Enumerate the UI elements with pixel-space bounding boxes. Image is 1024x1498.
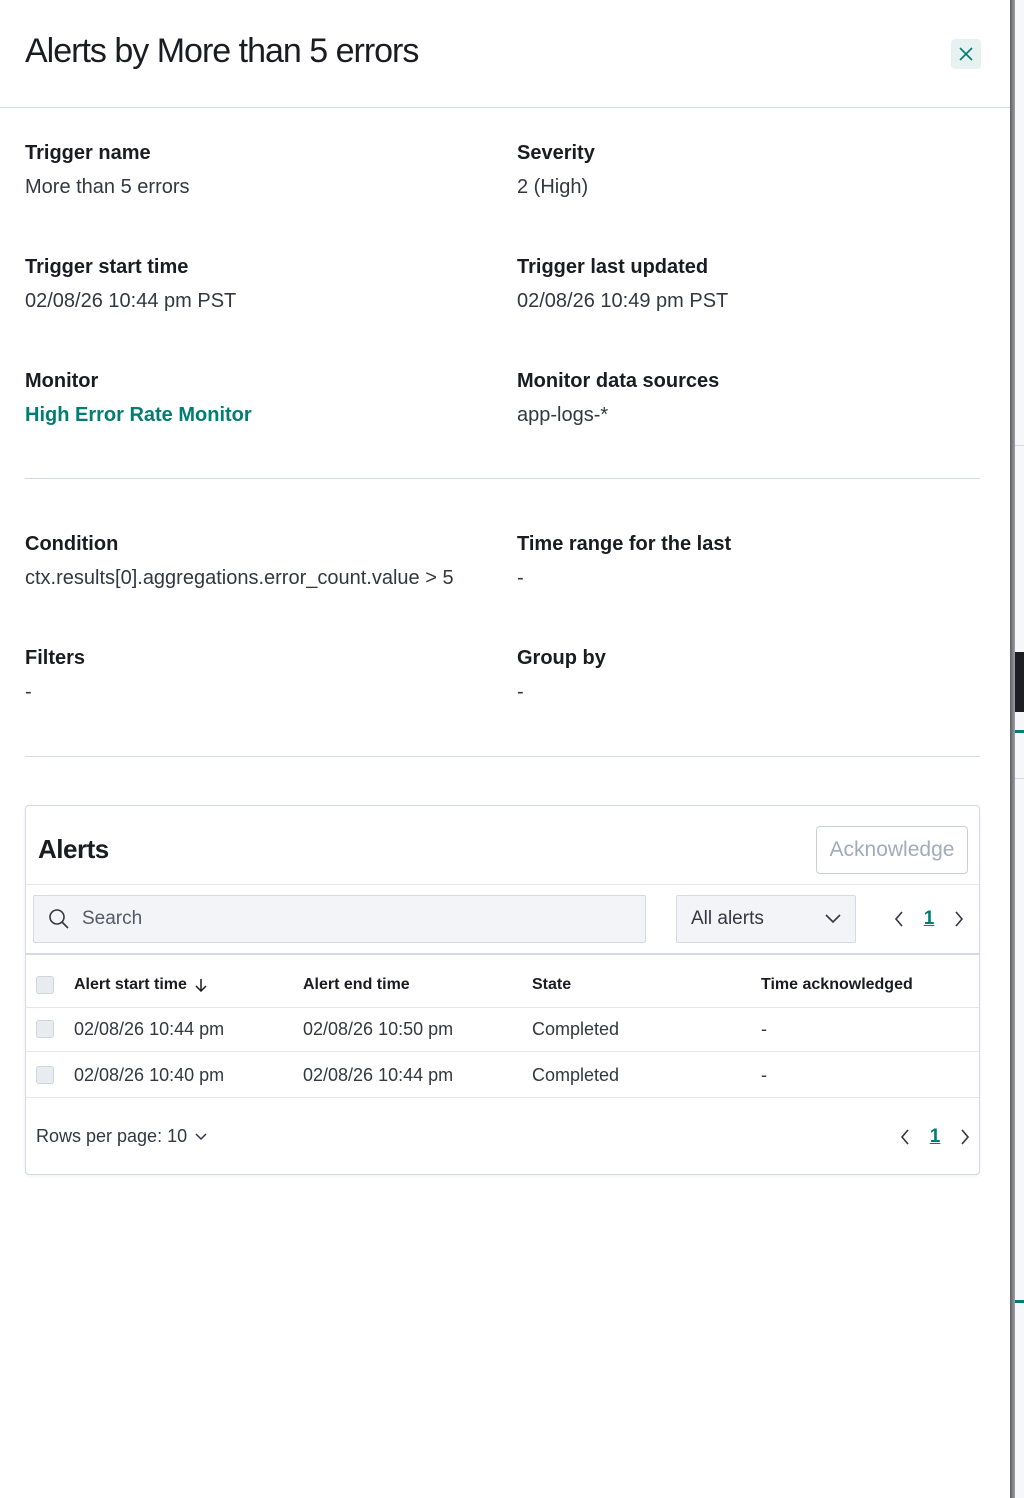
row-checkbox[interactable] xyxy=(36,1020,54,1038)
field-label: Group by xyxy=(517,647,606,669)
field-value: 2 (High) xyxy=(517,176,589,198)
field-value: - xyxy=(517,681,524,703)
arrow-down-icon xyxy=(195,979,207,992)
chevron-left-icon xyxy=(900,1129,909,1145)
flyout-title: Alerts by More than 5 errors xyxy=(25,32,419,70)
alerts-filter-select[interactable]: All alerts xyxy=(676,895,856,943)
column-header-alert-end-time[interactable]: Alert end time xyxy=(303,962,410,1008)
background-divider xyxy=(1015,778,1024,779)
table-row: 02/08/26 10:44 pm 02/08/26 10:50 pm Comp… xyxy=(26,1006,979,1052)
background-app xyxy=(1010,0,1024,1498)
field-label: Trigger start time xyxy=(25,256,189,278)
chevron-right-icon xyxy=(955,911,964,927)
background-divider xyxy=(1015,445,1024,446)
cell-state: Completed xyxy=(532,1064,620,1085)
rows-per-page-label: Rows per page: 10 xyxy=(36,1126,188,1146)
field-label: Condition xyxy=(25,533,119,555)
previous-page-button[interactable] xyxy=(884,904,914,934)
chevron-left-icon xyxy=(894,911,903,927)
cell-alert-start-time: 02/08/26 10:40 pm xyxy=(74,1064,225,1085)
alerts-filter-value: All alerts xyxy=(691,908,764,929)
bottom-pagination: 1 xyxy=(890,1122,980,1152)
table-row: 02/08/26 10:40 pm 02/08/26 10:44 pm Comp… xyxy=(26,1052,979,1098)
row-checkbox[interactable] xyxy=(36,1066,54,1084)
chevron-right-icon xyxy=(961,1129,970,1145)
severity-field: Severity 2 (High) xyxy=(517,140,595,200)
panel-separator xyxy=(26,884,979,885)
field-value: 02/08/26 10:49 pm PST xyxy=(517,290,729,312)
trigger-start-time-field: Trigger start time 02/08/26 10:44 pm PST xyxy=(25,254,236,314)
monitor-data-sources-field: Monitor data sources app-logs-* xyxy=(517,368,719,428)
table-header-row: Alert start time Alert end time State Ti… xyxy=(26,962,979,1008)
column-header-state[interactable]: State xyxy=(532,962,571,1008)
field-value: 02/08/26 10:44 pm PST xyxy=(25,290,237,312)
background-accent-line xyxy=(1015,730,1024,733)
cell-alert-start-time: 02/08/26 10:44 pm xyxy=(74,1018,225,1039)
search-icon xyxy=(48,908,70,930)
time-range-field: Time range for the last - xyxy=(517,531,731,591)
top-pagination: 1 xyxy=(884,904,974,934)
field-value: - xyxy=(517,567,524,589)
group-by-field: Group by - xyxy=(517,645,606,705)
field-value: - xyxy=(25,681,32,703)
page-number-button[interactable]: 1 xyxy=(920,1126,950,1148)
cell-alert-end-time: 02/08/26 10:50 pm xyxy=(303,1018,454,1039)
flyout-shadow xyxy=(1010,0,1015,1498)
page-number-button[interactable]: 1 xyxy=(914,908,944,930)
alerts-panel: Alerts Acknowledge All alerts xyxy=(25,805,980,1175)
alerts-panel-title: Alerts xyxy=(38,834,109,864)
field-label: Trigger last updated xyxy=(517,256,709,278)
field-label: Time range for the last xyxy=(517,533,732,555)
cell-state: Completed xyxy=(532,1018,620,1039)
field-label: Severity xyxy=(517,142,595,164)
flyout-header: Alerts by More than 5 errors xyxy=(0,0,1010,108)
field-label: Trigger name xyxy=(25,142,151,164)
cell-time-acknowledged: - xyxy=(761,1018,767,1039)
select-all-checkbox[interactable] xyxy=(36,976,54,994)
trigger-last-updated-field: Trigger last updated 02/08/26 10:49 pm P… xyxy=(517,254,728,314)
next-page-button[interactable] xyxy=(944,904,974,934)
section-divider xyxy=(25,756,980,757)
trigger-name-field: Trigger name More than 5 errors xyxy=(25,140,190,200)
acknowledge-button[interactable]: Acknowledge xyxy=(816,826,968,874)
close-icon xyxy=(959,47,973,61)
filters-field: Filters - xyxy=(25,645,85,705)
chevron-down-icon xyxy=(825,914,841,924)
column-header-label: Alert start time xyxy=(74,976,187,993)
condition-field: Condition ctx.results[0].aggregations.er… xyxy=(25,531,454,591)
previous-page-button[interactable] xyxy=(890,1122,920,1152)
field-label: Monitor xyxy=(25,370,99,392)
field-label: Monitor data sources xyxy=(517,370,720,392)
search-input[interactable] xyxy=(82,908,622,930)
rows-per-page-button[interactable]: Rows per page: 10 xyxy=(36,1126,207,1147)
cell-alert-end-time: 02/08/26 10:44 pm xyxy=(303,1064,454,1085)
next-page-button[interactable] xyxy=(950,1122,980,1152)
search-field[interactable] xyxy=(33,895,646,943)
chevron-down-icon xyxy=(195,1132,207,1140)
field-value: ctx.results[0].aggregations.error_count.… xyxy=(25,567,454,589)
background-dark-block xyxy=(1015,652,1024,712)
field-value: More than 5 errors xyxy=(25,176,190,198)
monitor-link[interactable]: High Error Rate Monitor xyxy=(25,402,252,428)
column-header-time-acknowledged[interactable]: Time acknowledged xyxy=(761,962,913,1008)
background-accent-line xyxy=(1015,1300,1024,1303)
table-top-border xyxy=(26,953,979,955)
cell-time-acknowledged: - xyxy=(761,1064,767,1085)
alerts-flyout: Alerts by More than 5 errors Trigger nam… xyxy=(0,0,1010,1498)
field-value: app-logs-* xyxy=(517,404,609,426)
column-header-alert-start-time[interactable]: Alert start time xyxy=(74,962,207,1008)
close-button[interactable] xyxy=(951,39,981,69)
monitor-field: Monitor High Error Rate Monitor xyxy=(25,368,252,428)
field-label: Filters xyxy=(25,647,86,669)
section-divider xyxy=(25,478,980,479)
